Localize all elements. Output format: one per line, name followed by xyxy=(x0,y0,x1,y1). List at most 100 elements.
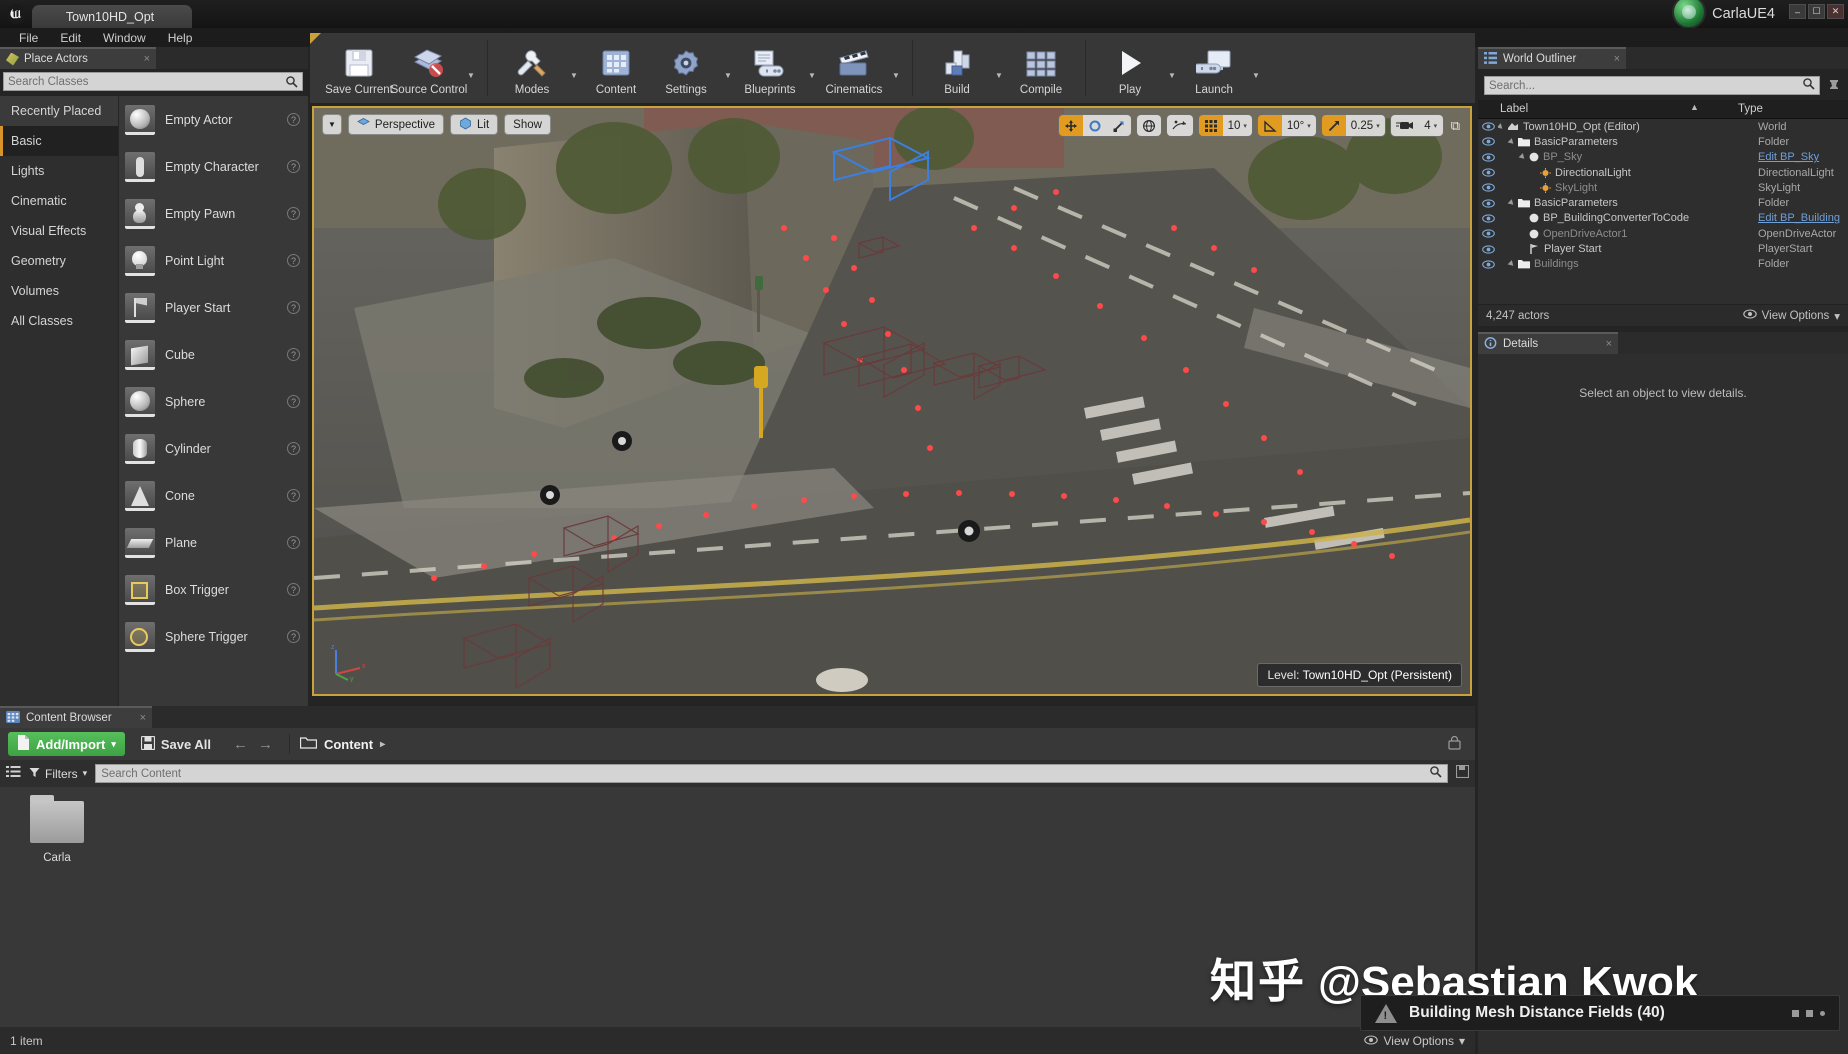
actor-item-empty-pawn[interactable]: Empty Pawn? xyxy=(119,190,308,237)
toolbar-save-current-button[interactable]: Save Current xyxy=(324,33,394,103)
angle-snap-toggle[interactable] xyxy=(1257,115,1282,136)
outliner-row[interactable]: BP_Sky Edit BP_Sky xyxy=(1478,150,1848,165)
visibility-eye-icon[interactable] xyxy=(1478,168,1498,177)
visibility-eye-icon[interactable] xyxy=(1478,122,1498,131)
close-icon[interactable]: × xyxy=(1614,53,1620,65)
expand-caret-icon[interactable] xyxy=(1507,199,1516,208)
content-browser-lock-icon[interactable] xyxy=(1448,735,1467,753)
translate-tool-button[interactable] xyxy=(1058,115,1083,136)
outliner-row[interactable]: BasicParameters Folder xyxy=(1478,134,1848,149)
rotate-tool-button[interactable] xyxy=(1082,115,1107,136)
maximize-button[interactable]: ☐ xyxy=(1808,4,1825,19)
visibility-eye-icon[interactable] xyxy=(1478,198,1498,208)
category-lights[interactable]: Lights xyxy=(0,156,118,186)
visibility-eye-icon[interactable] xyxy=(1478,183,1498,192)
toolbar-settings-button[interactable]: Settings xyxy=(651,33,721,103)
viewport-shading-button[interactable]: Lit xyxy=(450,114,499,135)
expand-caret-icon[interactable] xyxy=(1507,260,1516,269)
menu-help[interactable]: Help xyxy=(157,28,204,47)
expand-caret-icon[interactable] xyxy=(1498,122,1505,131)
visibility-eye-icon[interactable] xyxy=(1478,137,1498,147)
grid-size-value[interactable]: 10 ▾ xyxy=(1222,115,1252,136)
outliner-view-options[interactable]: View Options ▾ xyxy=(1742,309,1840,323)
content-view-options[interactable]: View Options ▾ xyxy=(1364,1034,1465,1048)
tab-world-outliner[interactable]: World Outliner × xyxy=(1478,47,1626,69)
toolbar-build-button[interactable]: Build xyxy=(922,33,992,103)
tab-details[interactable]: Details × xyxy=(1478,332,1618,354)
chevron-down-icon[interactable]: ▼ xyxy=(567,33,581,103)
chevron-down-icon[interactable]: ▼ xyxy=(464,33,478,103)
toolbar-launch-button[interactable]: Launch xyxy=(1179,33,1249,103)
help-icon[interactable]: ? xyxy=(287,630,300,643)
search-classes-input[interactable]: Search Classes xyxy=(3,72,303,91)
forward-arrow-icon[interactable]: → xyxy=(258,736,273,753)
breadcrumb-root-label[interactable]: Content xyxy=(324,737,373,752)
category-volumes[interactable]: Volumes xyxy=(0,276,118,306)
toolbar-blueprints-button[interactable]: Blueprints xyxy=(735,33,805,103)
visibility-eye-icon[interactable] xyxy=(1478,214,1498,223)
outliner-row[interactable]: SkyLight SkyLight xyxy=(1478,180,1848,195)
outliner-row[interactable]: DirectionalLight DirectionalLight xyxy=(1478,165,1848,180)
toolbar-compile-button[interactable]: Compile xyxy=(1006,33,1076,103)
chevron-down-icon[interactable]: ▼ xyxy=(992,33,1006,103)
viewport-show-button[interactable]: Show xyxy=(504,114,551,135)
actor-item-player-start[interactable]: Player Start? xyxy=(119,284,308,331)
help-icon[interactable]: ? xyxy=(287,207,300,220)
help-icon[interactable]: ? xyxy=(287,113,300,126)
toolbar-play-button[interactable]: Play xyxy=(1095,33,1165,103)
actor-item-point-light[interactable]: Point Light? xyxy=(119,237,308,284)
camera-speed-value[interactable]: 4 ▾ xyxy=(1418,115,1443,136)
camera-speed-icon-cell[interactable] xyxy=(1390,115,1419,136)
menu-file[interactable]: File xyxy=(8,28,49,47)
grid-snap-toggle[interactable] xyxy=(1198,115,1223,136)
outliner-search-input[interactable]: Search... xyxy=(1484,76,1820,95)
help-icon[interactable]: ? xyxy=(287,536,300,549)
toolbar-modes-button[interactable]: Modes xyxy=(497,33,567,103)
minimize-button[interactable]: – xyxy=(1789,4,1806,19)
chevron-down-icon[interactable]: ▼ xyxy=(889,33,903,103)
actor-item-cylinder[interactable]: Cylinder? xyxy=(119,425,308,472)
help-icon[interactable]: ? xyxy=(287,160,300,173)
category-all-classes[interactable]: All Classes xyxy=(0,306,118,336)
level-viewport[interactable]: ▼ Perspective Lit Show 10 ▾ 10° ▾ 0.25 ▾… xyxy=(312,106,1472,696)
save-all-button[interactable]: Save All xyxy=(135,735,217,753)
content-browser-save-search-icon[interactable] xyxy=(1455,764,1470,783)
outliner-row[interactable]: Town10HD_Opt (Editor) World xyxy=(1478,119,1848,134)
help-icon[interactable]: ? xyxy=(287,489,300,502)
actor-item-box-trigger[interactable]: Box Trigger? xyxy=(119,566,308,613)
category-basic[interactable]: Basic xyxy=(0,126,118,156)
outliner-row[interactable]: Player Start PlayerStart xyxy=(1478,241,1848,256)
help-icon[interactable]: ? xyxy=(287,254,300,267)
close-icon[interactable]: × xyxy=(1606,338,1612,350)
filter-list-icon[interactable] xyxy=(6,765,21,783)
back-arrow-icon[interactable]: ← xyxy=(233,736,248,753)
help-icon[interactable]: ? xyxy=(287,301,300,314)
close-icon[interactable]: × xyxy=(140,712,146,724)
filters-button[interactable]: Filters ▾ xyxy=(29,767,87,781)
scale-size-value[interactable]: 0.25 ▾ xyxy=(1345,115,1385,136)
visibility-eye-icon[interactable] xyxy=(1478,244,1498,254)
chevron-down-icon[interactable]: ▼ xyxy=(1249,33,1263,103)
outliner-row[interactable]: BP_BuildingConverterToCode Edit BP_Buildi… xyxy=(1478,211,1848,226)
outliner-row[interactable]: Buildings Folder xyxy=(1478,257,1848,272)
visibility-eye-icon[interactable] xyxy=(1478,229,1498,238)
expand-caret-icon[interactable] xyxy=(1518,153,1527,162)
outliner-col-type[interactable]: Type xyxy=(1738,103,1828,115)
toolbar-cinematics-button[interactable]: Cinematics xyxy=(819,33,889,103)
menu-edit[interactable]: Edit xyxy=(49,28,92,47)
chevron-down-icon[interactable]: ▼ xyxy=(1165,33,1179,103)
visibility-eye-icon[interactable] xyxy=(1478,260,1498,269)
scale-tool-button[interactable] xyxy=(1106,115,1131,136)
outliner-col-label[interactable]: Label xyxy=(1478,103,1738,115)
world-space-button[interactable] xyxy=(1136,115,1161,136)
actor-item-cube[interactable]: Cube? xyxy=(119,331,308,378)
expand-caret-icon[interactable] xyxy=(1507,138,1516,146)
notification-toast[interactable]: Building Mesh Distance Fields (40) xyxy=(1360,995,1840,1031)
actor-item-empty-character[interactable]: Empty Character? xyxy=(119,143,308,190)
viewport-camera-type-button[interactable]: Perspective xyxy=(347,114,445,135)
category-recently-placed[interactable]: Recently Placed xyxy=(0,96,118,126)
chevron-down-icon[interactable]: ▼ xyxy=(721,33,735,103)
viewport-options-button[interactable]: ▼ xyxy=(322,114,342,135)
content-search-input[interactable]: Search Content xyxy=(95,764,1448,783)
content-asset-carla[interactable]: Carla xyxy=(14,795,100,864)
